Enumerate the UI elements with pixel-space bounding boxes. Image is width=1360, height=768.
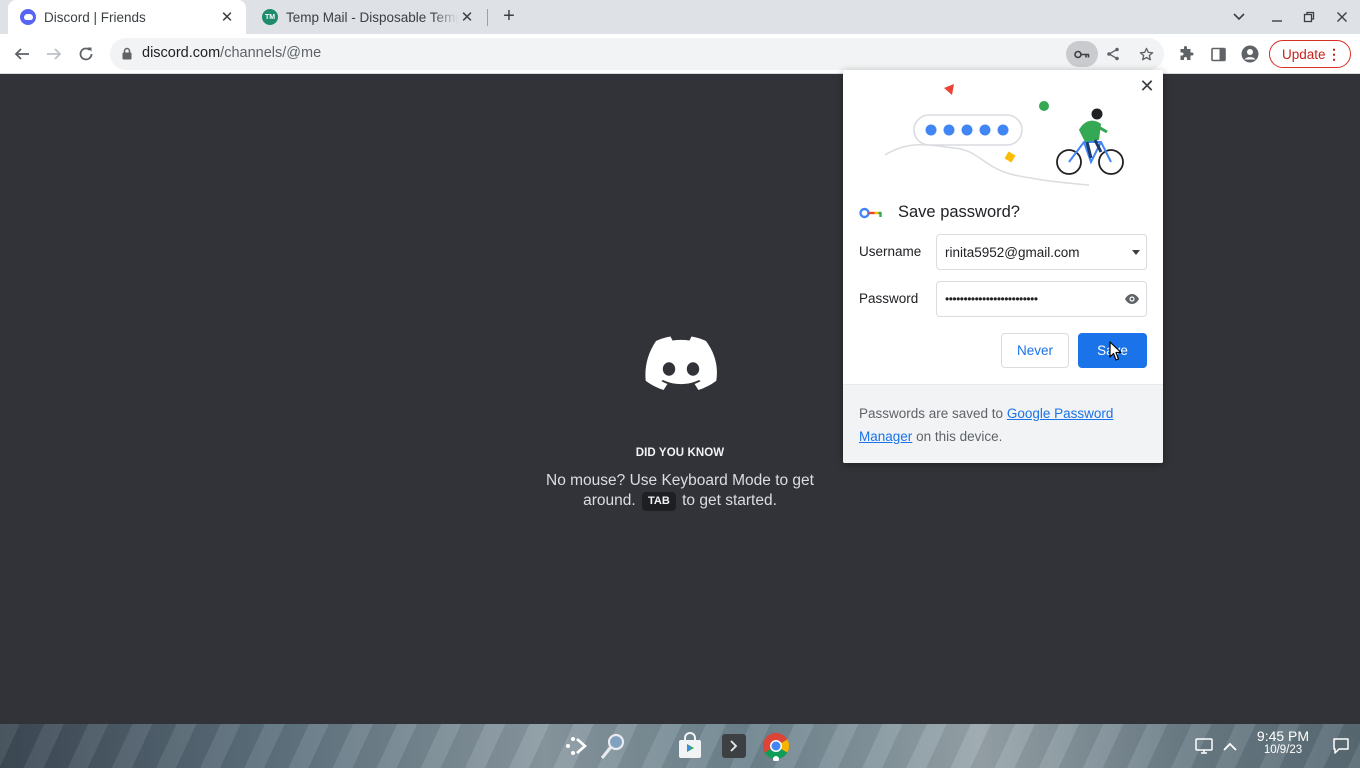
keyboard-mode-tip: No mouse? Use Keyboard Mode to get aroun… xyxy=(546,472,814,511)
side-panel-icon[interactable] xyxy=(1204,40,1232,68)
mouse-cursor-icon xyxy=(1109,341,1122,361)
reload-icon[interactable] xyxy=(72,40,100,68)
username-value: rinita5952@gmail.com xyxy=(945,244,1080,260)
restore-icon[interactable] xyxy=(1293,0,1325,34)
chevron-down-icon[interactable] xyxy=(1132,250,1140,255)
dialog-title: Save password? xyxy=(898,203,1020,221)
new-tab-button[interactable]: + xyxy=(498,5,520,27)
minimize-icon[interactable] xyxy=(1261,0,1293,34)
chrome-icon[interactable] xyxy=(761,731,791,761)
close-icon[interactable]: ✕ xyxy=(1136,75,1158,97)
back-icon[interactable] xyxy=(8,40,36,68)
menu-dots-icon[interactable]: ⋮ xyxy=(1327,46,1341,62)
never-button[interactable]: Never xyxy=(1001,333,1069,368)
address-bar[interactable]: discord.com/channels/@me xyxy=(110,38,1164,70)
key-icon[interactable] xyxy=(1066,41,1098,67)
password-field[interactable]: ••••••••••••••••••••••••• xyxy=(936,281,1147,317)
launcher-icon[interactable] xyxy=(561,731,591,761)
discord-icon xyxy=(20,9,36,25)
discord-logo-icon xyxy=(645,336,717,390)
system-shelf: 9:45 PM 10/9/23 xyxy=(0,724,1360,768)
close-tab-icon[interactable]: ✕ xyxy=(218,8,236,26)
notification-icon[interactable] xyxy=(1326,731,1356,761)
google-key-icon xyxy=(859,207,882,218)
password-illustration xyxy=(884,84,1124,186)
tab-title: Discord | Friends xyxy=(44,9,146,25)
tab-search-icon[interactable] xyxy=(1223,0,1255,34)
dialog-header: Save password? xyxy=(859,203,1020,222)
share-icon[interactable] xyxy=(1101,42,1125,66)
bookmark-star-icon[interactable] xyxy=(1134,42,1158,66)
tempmail-icon: TM xyxy=(262,9,278,25)
lock-icon[interactable] xyxy=(122,47,132,60)
tab-strip: Discord | Friends ✕ TM Temp Mail - Dispo… xyxy=(0,0,1360,34)
extensions-icon[interactable] xyxy=(1172,40,1200,68)
tab-discord[interactable]: Discord | Friends ✕ xyxy=(8,0,246,34)
eye-icon[interactable] xyxy=(1124,293,1140,305)
update-button[interactable]: Update ⋮ xyxy=(1269,40,1351,68)
profile-avatar-icon[interactable] xyxy=(1236,40,1264,68)
username-label: Username xyxy=(859,244,922,259)
username-select[interactable]: rinita5952@gmail.com xyxy=(936,234,1147,270)
update-label: Update xyxy=(1282,46,1326,62)
password-label: Password xyxy=(859,291,919,306)
terminal-icon[interactable] xyxy=(719,731,749,761)
close-tab-icon[interactable]: ✕ xyxy=(458,8,476,26)
chevron-up-icon[interactable] xyxy=(1215,731,1245,761)
browser-toolbar: discord.com/channels/@me Update ⋮ xyxy=(0,34,1360,74)
tab-divider xyxy=(487,9,488,26)
tab-temp-mail[interactable]: TM Temp Mail - Disposable Temporary Emai… xyxy=(250,0,486,34)
tab-title: Temp Mail - Disposable Temporary Email xyxy=(286,9,458,25)
status-clock[interactable]: 9:45 PM 10/9/23 xyxy=(1252,729,1314,757)
url-text[interactable]: discord.com/channels/@me xyxy=(142,45,321,61)
clock-time: 9:45 PM xyxy=(1256,728,1310,744)
clock-date: 10/9/23 xyxy=(1263,744,1303,756)
password-value: ••••••••••••••••••••••••• xyxy=(945,292,1038,306)
dialog-footer: Passwords are saved to Google Password M… xyxy=(843,384,1163,463)
tab-key-badge: TAB xyxy=(642,492,676,511)
did-you-know-heading: DID YOU KNOW xyxy=(635,447,725,459)
magnifier-icon[interactable] xyxy=(598,731,628,761)
save-password-dialog: ✕ Save password? Username rinita5952@gma… xyxy=(843,70,1163,463)
forward-icon[interactable] xyxy=(40,40,68,68)
close-window-icon[interactable] xyxy=(1326,0,1358,34)
play-store-bag-icon[interactable] xyxy=(675,731,705,761)
